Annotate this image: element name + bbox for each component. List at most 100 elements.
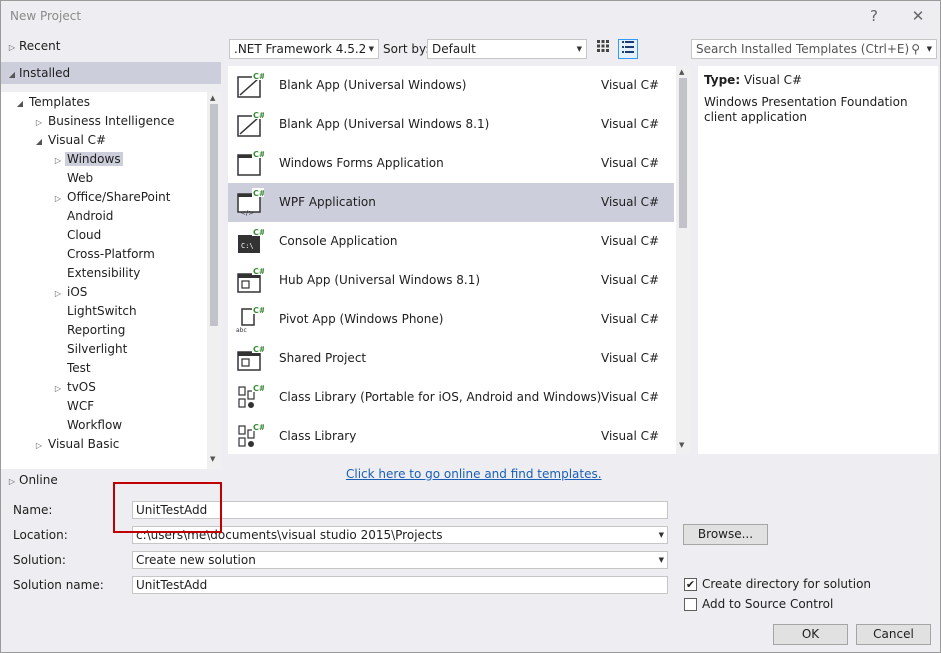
tree-item-label: Web	[67, 171, 94, 185]
tree-item[interactable]: LightSwitch	[51, 302, 139, 321]
expanded-arrow-icon[interactable]: ◢	[13, 94, 27, 113]
template-language: Visual C#	[601, 117, 660, 131]
online-templates-link[interactable]: Click here to go online and find templat…	[346, 467, 602, 481]
tree-item[interactable]: ▷ Business Intelligence	[32, 112, 177, 131]
tree-item[interactable]: Workflow	[51, 416, 124, 435]
tree-item[interactable]: Extensibility	[51, 264, 142, 283]
collapsed-arrow-icon[interactable]: ▷	[51, 284, 65, 303]
template-name: WPF Application	[279, 195, 376, 209]
template-row[interactable]: </> C# WPF Application Visual C#	[228, 183, 674, 222]
svg-text:C#: C#	[253, 150, 264, 159]
template-language: Visual C#	[601, 195, 660, 209]
tree-item[interactable]: ◢ Visual C#	[32, 131, 108, 150]
blank-app-icon: C#	[236, 71, 266, 99]
source-control-label: Add to Source Control	[702, 597, 834, 611]
close-button[interactable]: ✕	[907, 5, 929, 27]
tree-item-label: Android	[67, 209, 114, 223]
tree-item[interactable]: ▷ Office/SharePoint	[51, 188, 173, 207]
tree-item[interactable]: ▷ iOS	[51, 283, 89, 302]
template-row[interactable]: C# Windows Forms Application Visual C#	[228, 144, 674, 183]
template-name: Shared Project	[279, 351, 367, 365]
svg-text:C#: C#	[253, 228, 264, 237]
search-icon[interactable]: ⚲	[911, 40, 920, 58]
help-button[interactable]: ?	[863, 5, 885, 27]
chevron-down-icon: ▼	[576, 45, 582, 53]
collapsed-arrow-icon[interactable]: ▷	[32, 436, 46, 455]
template-language: Visual C#	[601, 273, 660, 287]
template-language: Visual C#	[601, 78, 660, 92]
scroll-up-icon[interactable]: ▲	[210, 94, 215, 102]
scroll-down-icon[interactable]: ▼	[210, 455, 215, 463]
browse-button[interactable]: Browse...	[683, 524, 768, 545]
tree-item[interactable]: ◢ Templates	[13, 93, 92, 112]
template-row[interactable]: abc C# Pivot App (Windows Phone) Visual C#	[228, 300, 674, 339]
template-row[interactable]: C# Class Library Visual C#	[228, 417, 674, 454]
tree-item[interactable]: Android	[51, 207, 115, 226]
sort-dropdown[interactable]: Default ▼	[427, 39, 587, 59]
tree-item[interactable]: Cross-Platform	[51, 245, 157, 264]
tree-item-label: Cross-Platform	[67, 247, 155, 261]
chevron-down-icon: ▼	[368, 45, 374, 53]
list-scrollbar[interactable]: ▲ ▼	[676, 66, 690, 454]
chevron-down-icon: ▼	[658, 556, 664, 564]
tree-item-label: tvOS	[67, 380, 96, 394]
template-row[interactable]: C:\ C# Console Application Visual C#	[228, 222, 674, 261]
template-language: Visual C#	[601, 156, 660, 170]
section-installed[interactable]: ◢ Installed	[1, 62, 221, 84]
solution-name-label: Solution name:	[13, 578, 104, 592]
framework-dropdown[interactable]: .NET Framework 4.5.2 ▼	[229, 39, 379, 59]
tree-item[interactable]: Silverlight	[51, 340, 129, 359]
template-row[interactable]: C# Blank App (Universal Windows 8.1) Visua…	[228, 105, 674, 144]
template-language: Visual C#	[601, 234, 660, 248]
tree-item[interactable]: ▷ Visual Basic	[32, 435, 121, 454]
template-row[interactable]: C# Class Library (Portable for iOS, Andro…	[228, 378, 674, 417]
class-library-icon: C#	[236, 422, 266, 450]
collapsed-arrow-icon[interactable]: ▷	[51, 189, 65, 208]
template-name: Class Library	[279, 429, 357, 443]
svg-text:C#: C#	[253, 306, 264, 315]
tree-item[interactable]: ▷ Windows	[51, 150, 123, 169]
template-name: Class Library (Portable for iOS, Android…	[279, 390, 602, 404]
console-icon: C:\ C#	[236, 227, 266, 255]
scroll-up-icon[interactable]: ▲	[679, 68, 684, 76]
template-name: Console Application	[279, 234, 398, 248]
cancel-button[interactable]: Cancel	[856, 624, 931, 645]
search-input[interactable]: Search Installed Templates (Ctrl+E) ⚲ ▼	[691, 39, 937, 59]
tree-item[interactable]: Reporting	[51, 321, 127, 340]
collapsed-arrow-icon[interactable]: ▷	[32, 113, 46, 132]
template-row[interactable]: C# Blank App (Universal Windows) Visual C#	[228, 66, 674, 105]
ok-button[interactable]: OK	[773, 624, 848, 645]
expanded-arrow-icon[interactable]: ◢	[32, 132, 46, 151]
tree-item[interactable]: Web	[51, 169, 95, 188]
list-view-icon[interactable]	[618, 39, 638, 59]
list-scroll-thumb[interactable]	[679, 78, 687, 228]
scroll-down-icon[interactable]: ▼	[679, 441, 684, 449]
tree-scroll-thumb[interactable]	[210, 104, 218, 326]
solution-dropdown[interactable]: Create new solution ▼	[132, 551, 668, 569]
tree-item[interactable]: WCF	[51, 397, 96, 416]
template-row[interactable]: C# Shared Project Visual C#	[228, 339, 674, 378]
svg-text:C#: C#	[253, 423, 264, 432]
tree-scrollbar[interactable]: ▲ ▼	[207, 92, 221, 469]
collapsed-arrow-icon: ▷	[8, 43, 16, 52]
template-row[interactable]: C# Hub App (Universal Windows 8.1) Visual …	[228, 261, 674, 300]
svg-text:C#: C#	[253, 72, 264, 81]
tree-item[interactable]: ▷ tvOS	[51, 378, 98, 397]
solution-name-field[interactable]: UnitTestAdd	[132, 576, 668, 594]
template-name: Hub App (Universal Windows 8.1)	[279, 273, 481, 287]
section-recent[interactable]: ▷ Recent	[5, 35, 221, 57]
create-directory-checkbox[interactable]: ✔	[684, 578, 697, 591]
chevron-down-icon: ▼	[926, 45, 932, 53]
tree-item-label: WCF	[67, 399, 95, 413]
highlight-box	[113, 482, 222, 533]
collapsed-arrow-icon[interactable]: ▷	[51, 379, 65, 398]
grid-view-icon[interactable]	[593, 39, 613, 59]
source-control-checkbox[interactable]	[684, 598, 697, 611]
collapsed-arrow-icon[interactable]: ▷	[51, 151, 65, 170]
hub-app-icon: C#	[236, 266, 266, 294]
tree-item[interactable]: Test	[51, 359, 93, 378]
shared-project-icon: C#	[236, 344, 266, 372]
template-language: Visual C#	[601, 351, 660, 365]
tree-item-label: LightSwitch	[67, 304, 137, 318]
tree-item[interactable]: Cloud	[51, 226, 103, 245]
